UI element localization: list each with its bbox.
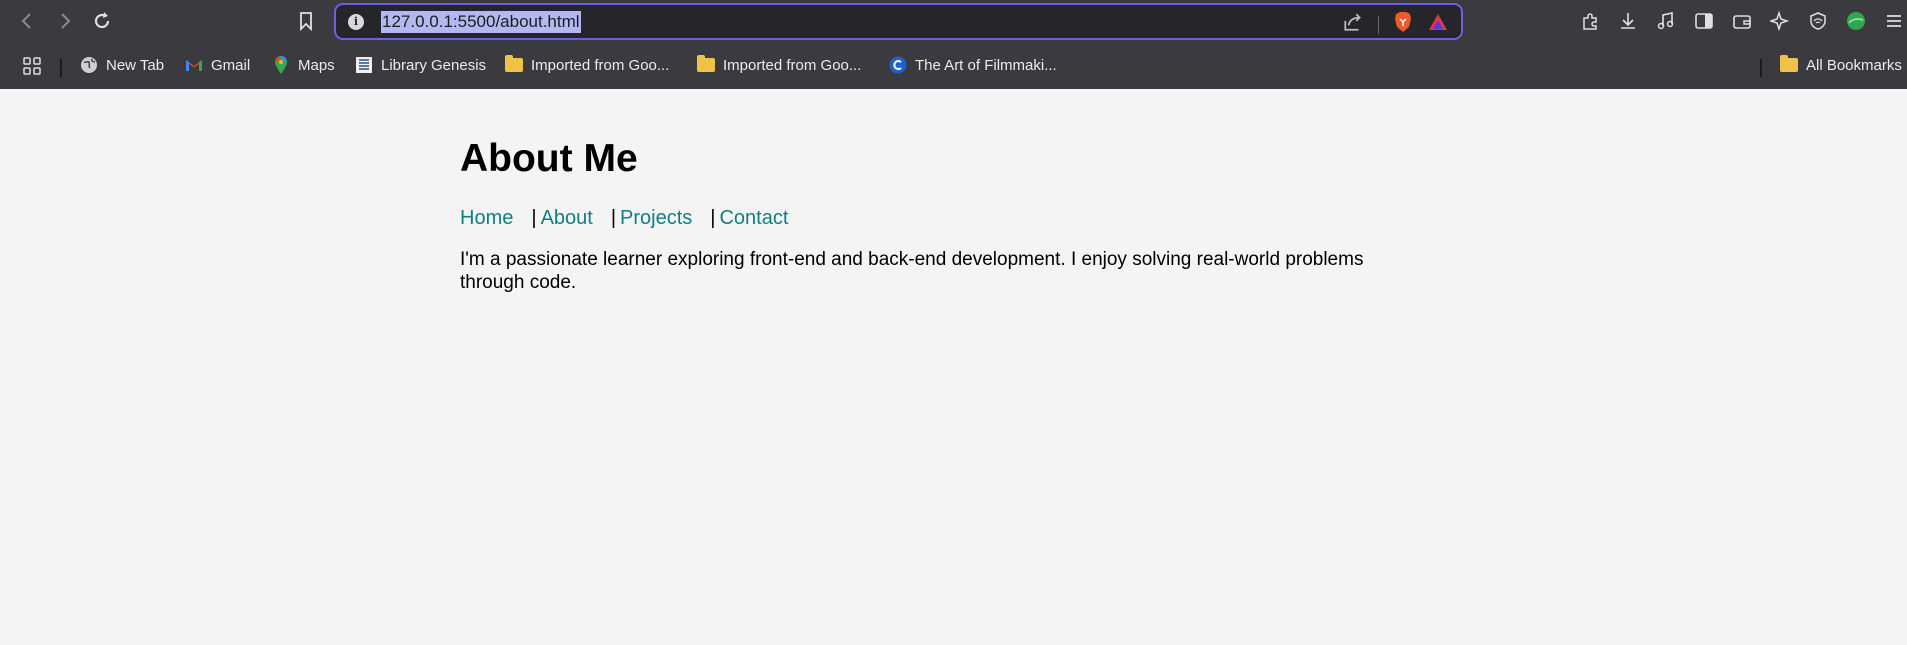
bookmark-art-of-filmmaking[interactable]: The Art of Filmmaki... — [889, 56, 1057, 74]
globe-icon — [80, 56, 98, 74]
reload-icon[interactable] — [89, 8, 115, 34]
forward-icon[interactable] — [52, 8, 78, 34]
bookmark-label: The Art of Filmmaki... — [915, 56, 1057, 74]
bookmark-icon[interactable] — [293, 8, 319, 34]
divider — [60, 59, 62, 77]
site-info-icon[interactable]: i — [348, 13, 364, 30]
page-content: About Me Home | About | Projects | Conta… — [460, 137, 1460, 294]
bookmark-folder-imported-1[interactable]: Imported from Goo... — [505, 55, 670, 74]
all-bookmarks-label: All Bookmarks — [1806, 56, 1902, 74]
address-bar[interactable]: i 127.0.0.1:5500/about.html — [334, 3, 1463, 40]
toolbar-right-icons — [1565, 8, 1907, 34]
divider — [1760, 59, 1762, 77]
bookmarks-bar: New Tab Gmail Maps Library Genesis Impor… — [0, 42, 1907, 89]
page-viewport: About Me Home | About | Projects | Conta… — [0, 89, 1907, 645]
browser-chrome: i 127.0.0.1:5500/about.html New Tab Gmai… — [0, 0, 1907, 89]
vpn-shield-icon[interactable] — [1805, 8, 1831, 34]
bookmark-label: Gmail — [211, 56, 251, 74]
bookmark-maps[interactable]: Maps — [272, 56, 335, 74]
download-icon[interactable] — [1615, 8, 1641, 34]
nav-link-projects[interactable]: Projects — [620, 207, 692, 230]
apps-grid-icon[interactable] — [22, 56, 42, 76]
maps-icon — [272, 56, 290, 74]
url-text[interactable]: 127.0.0.1:5500/about.html — [381, 10, 581, 33]
bookmark-library-genesis[interactable]: Library Genesis — [355, 56, 486, 74]
brave-shields-icon[interactable] — [1393, 11, 1413, 38]
site-nav: Home | About | Projects | Contact — [460, 207, 1460, 230]
divider — [1378, 15, 1379, 34]
wallet-icon[interactable] — [1729, 8, 1755, 34]
folder-icon — [1780, 55, 1798, 74]
menu-icon[interactable] — [1881, 8, 1907, 34]
nav-link-contact[interactable]: Contact — [719, 207, 788, 230]
nav-link-home[interactable]: Home — [460, 207, 513, 230]
nav-link-about[interactable]: About — [541, 207, 593, 230]
bookmark-gmail[interactable]: Gmail — [185, 56, 250, 74]
nav-separator: | — [610, 207, 617, 229]
share-icon[interactable] — [1342, 11, 1364, 38]
nav-separator: | — [710, 207, 716, 229]
bookmark-label: New Tab — [106, 56, 165, 74]
nav-separator: | — [531, 207, 537, 229]
bookmark-new-tab[interactable]: New Tab — [80, 56, 164, 74]
c-icon — [889, 56, 907, 74]
media-music-icon[interactable] — [1653, 8, 1679, 34]
gmail-icon — [185, 56, 203, 74]
about-paragraph: I'm a passionate learner exploring front… — [460, 249, 1364, 293]
profile-avatar-icon[interactable] — [1843, 8, 1869, 34]
address-bar-actions — [1342, 11, 1449, 38]
libgen-icon — [355, 56, 373, 74]
extensions-icon[interactable] — [1577, 8, 1603, 34]
folder-icon — [697, 55, 715, 74]
page-title: About Me — [460, 137, 638, 180]
sidebar-toggle-icon[interactable] — [1691, 8, 1717, 34]
brave-rewards-icon[interactable] — [1427, 12, 1449, 37]
browser-toolbar: i 127.0.0.1:5500/about.html — [0, 0, 1907, 42]
bookmark-label: Maps — [298, 56, 335, 74]
bookmark-label: Library Genesis — [381, 56, 487, 74]
bookmark-label: Imported from Goo... — [723, 56, 862, 74]
bookmark-label: Imported from Goo... — [531, 56, 670, 74]
all-bookmarks-button[interactable]: All Bookmarks — [1780, 55, 1902, 74]
leo-ai-icon[interactable] — [1767, 8, 1793, 34]
back-icon[interactable] — [14, 8, 40, 34]
folder-icon — [505, 55, 523, 74]
bookmark-folder-imported-2[interactable]: Imported from Goo... — [697, 55, 862, 74]
